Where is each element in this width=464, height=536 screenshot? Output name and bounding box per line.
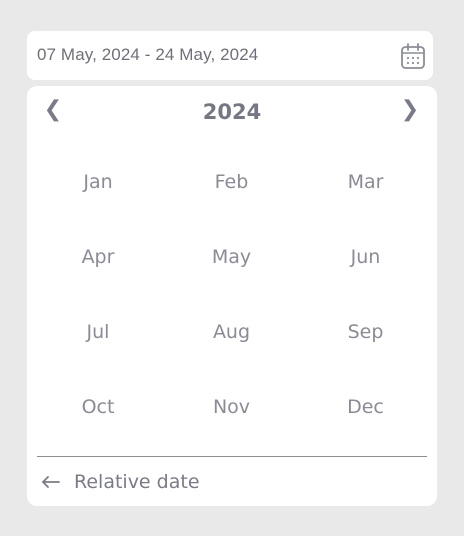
calendar-icon[interactable] [400,42,426,70]
picker-year-title: 2024 [202,100,262,124]
next-year-chevron-right-icon[interactable]: ❯ [400,98,420,122]
month-dec[interactable]: Dec [298,369,433,444]
date-range-input[interactable]: 07 May, 2024 - 24 May, 2024 [27,31,433,80]
month-jun[interactable]: Jun [298,219,433,294]
month-oct[interactable]: Oct [31,369,165,444]
month-grid: Jan Feb Mar Apr May Jun Jul Aug Sep Oct … [31,144,433,444]
month-sep[interactable]: Sep [298,294,433,369]
relative-date-button[interactable]: Relative date [41,469,200,495]
month-aug[interactable]: Aug [165,294,298,369]
month-nov[interactable]: Nov [165,369,298,444]
month-picker-popup: ❮ 2024 ❯ Jan Feb Mar Apr May Jun Jul Aug… [27,86,437,506]
arrow-left-icon [41,475,61,489]
month-jul[interactable]: Jul [31,294,165,369]
date-range-value: 07 May, 2024 - 24 May, 2024 [37,45,259,64]
month-may[interactable]: May [165,219,298,294]
footer-divider [37,456,427,457]
relative-date-label: Relative date [74,471,200,493]
month-apr[interactable]: Apr [31,219,165,294]
month-feb[interactable]: Feb [165,144,298,219]
month-jan[interactable]: Jan [31,144,165,219]
month-mar[interactable]: Mar [298,144,433,219]
